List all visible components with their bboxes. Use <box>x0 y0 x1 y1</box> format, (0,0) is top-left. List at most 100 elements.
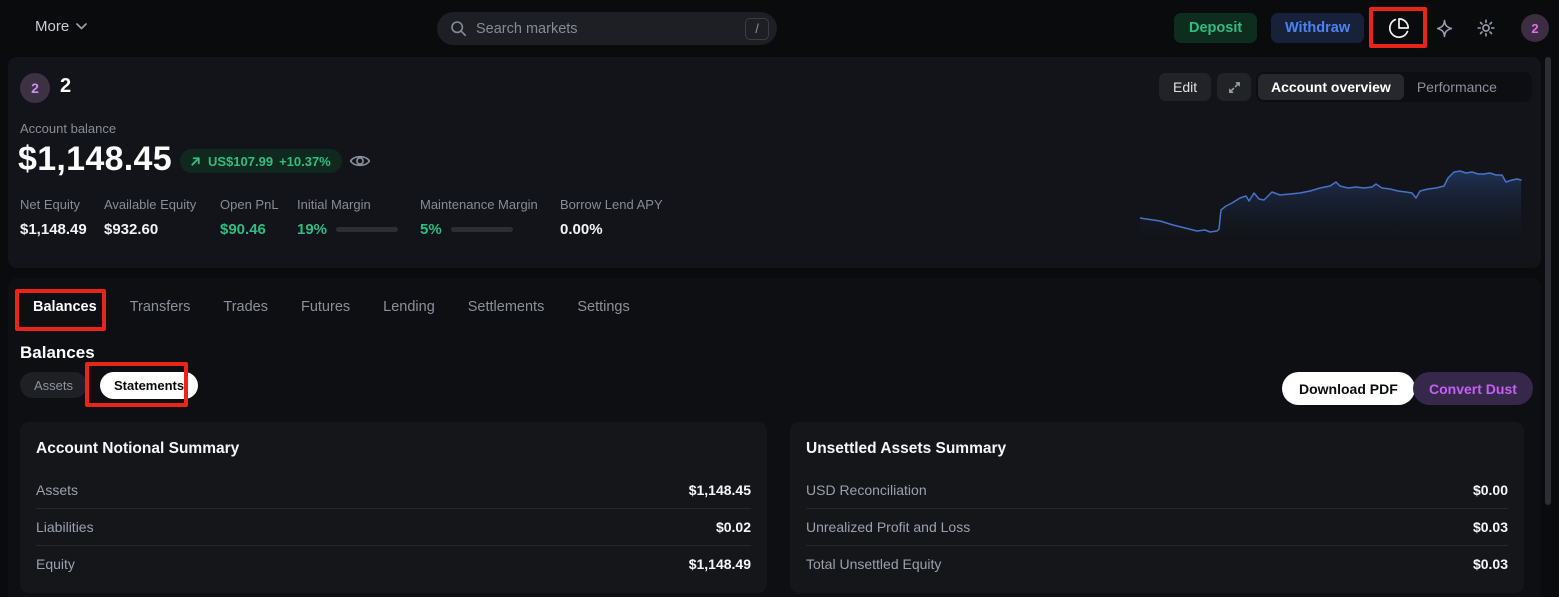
stat-label: Available Equity <box>104 197 196 212</box>
withdraw-button[interactable]: Withdraw <box>1271 13 1364 43</box>
search-shortcut-key: / <box>745 18 769 40</box>
account-stats-row: Net Equity $1,148.49 Available Equity $9… <box>8 197 768 257</box>
row-value: $0.03 <box>1473 556 1508 572</box>
vertical-scrollbar-thumb[interactable] <box>1545 57 1551 505</box>
maintenance-margin-progressbar <box>451 227 513 232</box>
sparkline-fill <box>1140 171 1521 240</box>
deposit-button[interactable]: Deposit <box>1174 13 1257 43</box>
top-navbar: l More Search markets / Deposit Withdraw <box>0 0 1559 56</box>
balance-sparkline-chart <box>1140 160 1522 240</box>
tab-futures[interactable]: Futures <box>301 295 350 319</box>
tab-balances[interactable]: Balances <box>33 295 97 319</box>
account-name: 2 <box>60 75 71 98</box>
table-row: Equity $1,148.49 <box>36 545 751 582</box>
settings-gear-button[interactable] <box>1474 16 1498 40</box>
change-amount: US$107.99 <box>208 154 273 169</box>
row-value: $1,148.49 <box>689 556 751 572</box>
stat-label: Net Equity <box>20 197 87 212</box>
account-avatar: 2 <box>20 73 50 103</box>
assistant-sparkle-button[interactable] <box>1432 16 1456 40</box>
table-row: Assets $1,148.45 <box>36 471 751 508</box>
expand-icon <box>1227 80 1242 95</box>
edit-button[interactable]: Edit <box>1159 73 1211 101</box>
stat-value: 0.00% <box>560 221 663 238</box>
card-title: Unsettled Assets Summary <box>806 422 1508 458</box>
pill-statements[interactable]: Statements <box>100 372 198 399</box>
row-label: USD Reconciliation <box>806 482 927 498</box>
balances-subtabs: Assets Statements <box>20 372 198 399</box>
table-row: Unrealized Profit and Loss $0.03 <box>806 508 1508 545</box>
row-label: Equity <box>36 556 75 572</box>
stat-label: Open PnL <box>220 197 279 212</box>
tab-settlements[interactable]: Settlements <box>468 295 545 319</box>
expand-button[interactable] <box>1217 73 1251 101</box>
more-label: More <box>35 18 69 35</box>
account-balance-value: $1,148.45 <box>18 140 172 179</box>
row-value: $0.03 <box>1473 519 1508 535</box>
stat-net-equity: Net Equity $1,148.49 <box>20 197 87 238</box>
card-title: Account Notional Summary <box>36 422 751 458</box>
search-placeholder: Search markets <box>476 21 745 37</box>
stat-value: $932.60 <box>104 221 196 238</box>
gear-icon <box>1476 18 1496 38</box>
change-percent: +10.37% <box>279 154 331 169</box>
account-notional-summary-card: Account Notional Summary Assets $1,148.4… <box>20 422 767 593</box>
eye-icon <box>349 152 371 170</box>
stat-available-equity: Available Equity $932.60 <box>104 197 196 238</box>
row-label: Unrealized Profit and Loss <box>806 519 970 535</box>
toggle-balance-visibility-button[interactable] <box>349 150 371 172</box>
sparkle-icon <box>1435 19 1454 38</box>
download-pdf-button[interactable]: Download PDF <box>1282 372 1415 405</box>
tab-performance[interactable]: Performance <box>1404 74 1510 100</box>
section-tabs: Balances Transfers Trades Futures Lendin… <box>33 295 630 319</box>
clipped-nav-item: l <box>0 19 4 36</box>
stat-borrow-lend-apy: Borrow Lend APY 0.00% <box>560 197 663 238</box>
row-label: Liabilities <box>36 519 94 535</box>
balances-heading: Balances <box>20 343 95 363</box>
stat-maintenance-margin: Maintenance Margin 5% <box>420 197 538 238</box>
tab-trades[interactable]: Trades <box>223 295 268 319</box>
tab-transfers[interactable]: Transfers <box>130 295 191 319</box>
convert-dust-button[interactable]: Convert Dust <box>1413 372 1533 405</box>
chevron-down-icon <box>76 23 87 30</box>
tab-account-overview[interactable]: Account overview <box>1258 74 1404 100</box>
view-switcher: Account overview Performance <box>1256 72 1532 102</box>
account-avatar-topbar[interactable]: 2 <box>1521 14 1549 42</box>
account-avatar-label: 2 <box>31 80 39 96</box>
more-menu[interactable]: More <box>35 18 87 35</box>
table-row: Total Unsettled Equity $0.03 <box>806 545 1508 582</box>
arrow-up-right-icon <box>189 155 202 168</box>
balance-change-badge: US$107.99 +10.37% <box>180 149 342 173</box>
card-rows: USD Reconciliation $0.00 Unrealized Prof… <box>806 471 1508 582</box>
search-icon <box>450 20 467 37</box>
pill-assets[interactable]: Assets <box>20 372 87 398</box>
stat-open-pnl: Open PnL $90.46 <box>220 197 279 238</box>
card-rows: Assets $1,148.45 Liabilities $0.02 Equit… <box>36 471 751 582</box>
balances-section: Balances Transfers Trades Futures Lendin… <box>8 278 1541 597</box>
account-balance-label: Account balance <box>20 121 116 136</box>
row-label: Total Unsettled Equity <box>806 556 941 572</box>
stat-value: 19% <box>297 221 327 238</box>
row-label: Assets <box>36 482 78 498</box>
unsettled-assets-summary-card: Unsettled Assets Summary USD Reconciliat… <box>790 422 1524 593</box>
table-row: USD Reconciliation $0.00 <box>806 471 1508 508</box>
stat-value: $90.46 <box>220 221 279 238</box>
stat-value: 5% <box>420 221 442 238</box>
table-row: Liabilities $0.02 <box>36 508 751 545</box>
app-screen: l More Search markets / Deposit Withdraw <box>0 0 1559 597</box>
tab-lending[interactable]: Lending <box>383 295 435 319</box>
row-value: $1,148.45 <box>689 482 751 498</box>
tab-settings[interactable]: Settings <box>577 295 629 319</box>
row-value: $0.02 <box>716 519 751 535</box>
stat-value: $1,148.49 <box>20 221 87 238</box>
initial-margin-progressbar <box>336 227 398 232</box>
pie-chart-icon <box>1388 17 1410 39</box>
avatar-label: 2 <box>1531 21 1538 36</box>
account-overview-panel: 2 2 Account balance $1,148.45 US$107.99 … <box>8 57 1541 268</box>
stat-initial-margin: Initial Margin 19% <box>297 197 398 238</box>
search-input[interactable]: Search markets / <box>437 12 777 45</box>
stat-label: Borrow Lend APY <box>560 197 663 212</box>
portfolio-pie-chart-button[interactable] <box>1387 16 1411 40</box>
stat-label: Initial Margin <box>297 197 398 212</box>
row-value: $0.00 <box>1473 482 1508 498</box>
